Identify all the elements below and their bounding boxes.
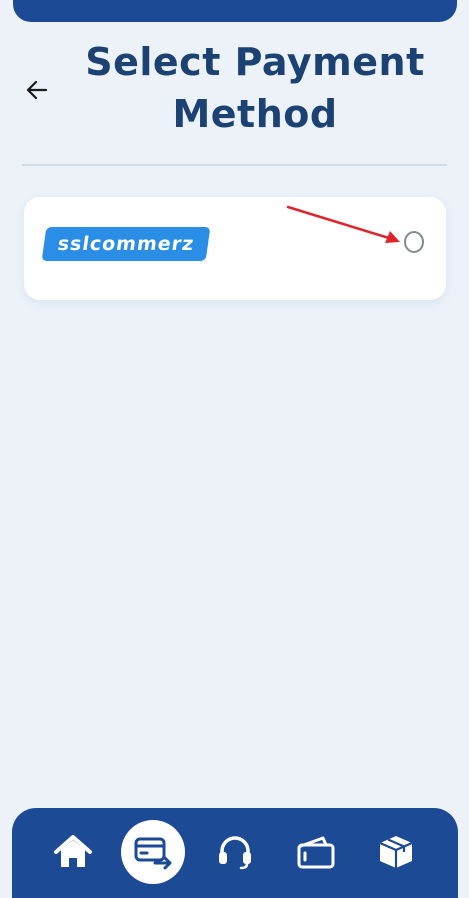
bottom-nav	[12, 808, 458, 898]
nav-payment[interactable]	[121, 820, 185, 884]
package-icon	[379, 836, 413, 868]
nav-wallet[interactable]	[294, 830, 338, 874]
top-bar	[13, 0, 457, 22]
home-icon	[54, 835, 92, 867]
page-title: Select Payment Method	[85, 40, 425, 136]
arrow-left-icon	[26, 80, 48, 100]
wallet-icon	[297, 836, 335, 869]
sslcommerz-logo: sslcommerz	[41, 227, 211, 261]
header-divider	[22, 164, 447, 166]
nav-packages[interactable]	[374, 830, 418, 874]
headset-icon	[219, 836, 251, 870]
back-button[interactable]	[22, 75, 52, 105]
nav-support[interactable]	[213, 830, 257, 874]
annotation-arrow	[286, 205, 400, 243]
nav-home[interactable]	[51, 830, 95, 874]
card-transfer-icon	[134, 837, 172, 870]
